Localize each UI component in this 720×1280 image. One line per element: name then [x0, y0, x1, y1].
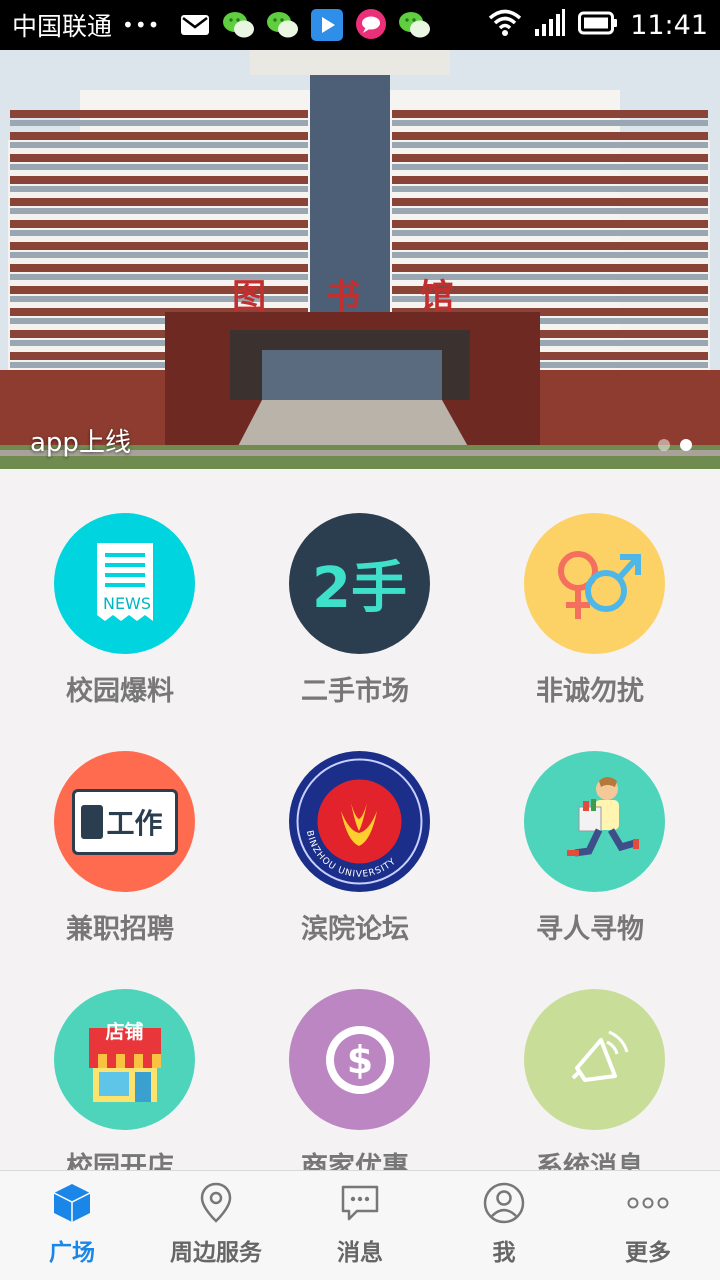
video-player-icon	[310, 9, 344, 41]
speaker-icon	[524, 989, 665, 1130]
grid-item-label: 二手市场	[301, 676, 409, 707]
carousel-indicator	[658, 439, 692, 451]
clock: 11:41	[630, 9, 708, 41]
status-dots: •••	[122, 13, 161, 37]
bottom-tab-bar: 广场 周边服务 消息 我 更多	[0, 1170, 720, 1280]
id-photo-icon	[80, 804, 103, 839]
tab-label: 消息	[337, 1240, 383, 1266]
carousel-dot-active	[680, 439, 692, 451]
grid-item-label: 校园爆料	[66, 676, 174, 707]
grid-item-label: 系统消息	[536, 1152, 644, 1170]
tab-label: 广场	[49, 1240, 95, 1266]
svg-text:NEWS: NEWS	[102, 594, 150, 613]
banner-caption: app上线	[30, 428, 131, 458]
grid-item-lost-found[interactable]: 寻人寻物	[470, 707, 710, 945]
running-man-icon	[524, 751, 665, 892]
status-bar: 中国联通 ••• 11:41	[0, 0, 720, 50]
shop-icon: 店铺	[54, 989, 195, 1130]
library-building-image: 图 书 馆	[0, 50, 720, 469]
tab-me[interactable]: 我	[432, 1171, 576, 1280]
second-hand-icon: 2手	[289, 513, 430, 654]
tab-plaza[interactable]: 广场	[0, 1171, 144, 1280]
grid-item-label: 商家优惠	[301, 1152, 409, 1170]
grid-item-label: 滨院论坛	[301, 914, 409, 945]
job-card-icon: 工作	[54, 751, 195, 892]
battery-icon	[578, 11, 618, 39]
grid-item-dating[interactable]: 非诚勿扰	[470, 469, 710, 707]
job-card-text: 工作	[106, 806, 163, 840]
tab-more[interactable]: 更多	[576, 1171, 720, 1280]
grid-item-label: 非诚勿扰	[536, 676, 644, 707]
grid-item-second-hand[interactable]: 2手 二手市场	[235, 469, 475, 707]
gender-icon	[524, 513, 665, 654]
mail-icon	[178, 9, 212, 41]
tab-label: 周边服务	[170, 1240, 262, 1266]
tab-nearby-services[interactable]: 周边服务	[144, 1171, 288, 1280]
location-pin-icon	[194, 1181, 238, 1225]
tab-label: 更多	[625, 1240, 671, 1266]
tab-messages[interactable]: 消息	[288, 1171, 432, 1280]
signal-icon	[534, 9, 566, 41]
message-icon	[338, 1181, 382, 1225]
library-sign: 图 书 馆	[232, 277, 478, 317]
shop-sign-text: 店铺	[105, 1021, 144, 1043]
grid-item-label: 兼职招聘	[66, 914, 174, 945]
grid-item-system-messages[interactable]: 系统消息	[470, 945, 710, 1170]
second-hand-icon-text: 2手	[312, 556, 407, 621]
grid-item-label: 校园开店	[66, 1152, 174, 1170]
wechat-icon	[398, 9, 432, 41]
person-icon	[482, 1181, 526, 1225]
carrier-name: 中国联通	[12, 12, 113, 41]
svg-text:$: $	[346, 1038, 372, 1082]
more-dots-icon	[626, 1181, 670, 1225]
feature-grid: NEWS 校园爆料 2手 二手市场 非诚勿扰 工作 兼职招聘 BINZHOU U…	[0, 469, 720, 1170]
grid-item-label: 寻人寻物	[536, 914, 644, 945]
wifi-icon	[488, 9, 522, 41]
notification-icons	[178, 9, 432, 41]
tab-label: 我	[492, 1240, 516, 1266]
chat-bubble-icon	[354, 9, 388, 41]
grid-item-merchant-deals[interactable]: $ 商家优惠	[235, 945, 475, 1170]
dollar-coin-icon: $	[289, 989, 430, 1130]
grid-item-campus-shop[interactable]: 店铺 校园开店	[0, 945, 240, 1170]
cube-icon	[50, 1181, 94, 1225]
grid-item-campus-news[interactable]: NEWS 校园爆料	[0, 469, 240, 707]
grid-item-forum[interactable]: BINZHOU UNIVERSITY 滨院论坛	[235, 707, 475, 945]
university-logo-icon: BINZHOU UNIVERSITY	[289, 751, 430, 892]
news-icon: NEWS	[54, 513, 195, 654]
banner-carousel[interactable]: 图 书 馆 app上线	[0, 50, 720, 469]
wechat-icon	[222, 9, 256, 41]
grid-item-part-time-jobs[interactable]: 工作 兼职招聘	[0, 707, 240, 945]
carousel-dot	[658, 439, 670, 451]
wechat-icon	[266, 9, 300, 41]
